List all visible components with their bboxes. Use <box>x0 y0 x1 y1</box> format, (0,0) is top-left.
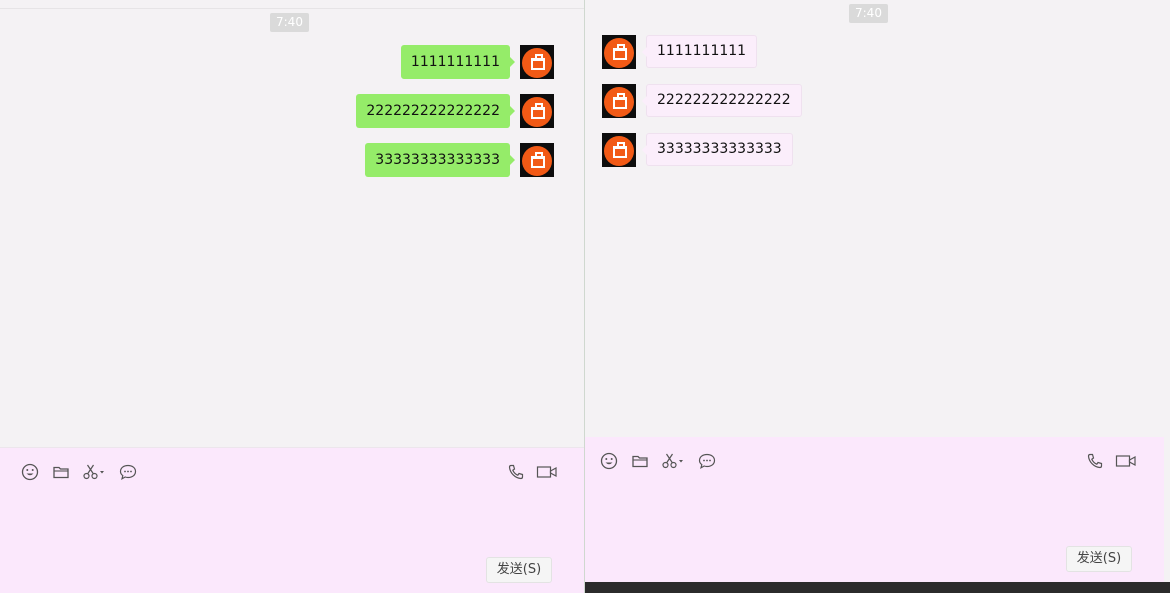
avatar-logo-icon <box>604 38 634 68</box>
avatar[interactable] <box>602 84 636 118</box>
chat-window-right: 7:40 1111111111 222222222222222 33333333… <box>585 0 1164 582</box>
send-button[interactable]: 发送(S) <box>1066 546 1132 572</box>
avatar[interactable] <box>602 35 636 69</box>
scissors-icon[interactable] <box>661 451 687 471</box>
message-row: 1111111111 <box>602 35 802 69</box>
timestamp: 7:40 <box>849 4 888 23</box>
message-bubble[interactable]: 222222222222222 <box>356 94 515 128</box>
chat-bubble-icon[interactable] <box>697 451 717 471</box>
scissors-icon[interactable] <box>82 462 108 482</box>
folder-icon[interactable] <box>630 451 650 471</box>
message-bubble[interactable]: 33333333333333 <box>642 133 793 166</box>
message-bubble[interactable]: 1111111111 <box>641 35 758 68</box>
avatar-logo-icon <box>604 136 634 166</box>
video-icon[interactable] <box>536 462 558 482</box>
message-row: 222222222222222 <box>602 84 842 118</box>
video-icon[interactable] <box>1115 451 1137 471</box>
timestamp: 7:40 <box>270 13 309 32</box>
window-edge <box>1164 0 1170 593</box>
avatar[interactable] <box>520 45 554 79</box>
chat-bubble-icon[interactable] <box>118 462 138 482</box>
message-row: 33333333333333 <box>602 133 842 167</box>
message-composer[interactable]: 发送(S) <box>0 447 584 593</box>
message-bubble[interactable]: 1111111111 <box>400 45 516 79</box>
emoji-icon[interactable] <box>20 462 40 482</box>
message-composer[interactable]: 发送(S) <box>585 437 1164 582</box>
avatar[interactable] <box>602 133 636 167</box>
avatar[interactable] <box>520 94 554 128</box>
avatar[interactable] <box>520 143 554 177</box>
message-row: 222222222222222 <box>356 94 554 128</box>
desktop-background <box>585 582 1170 593</box>
top-divider <box>0 8 584 9</box>
emoji-icon[interactable] <box>599 451 619 471</box>
message-row: 33333333333333 <box>360 143 554 177</box>
avatar-logo-icon <box>522 48 552 78</box>
message-bubble[interactable]: 222222222222222 <box>642 84 802 117</box>
avatar-logo-icon <box>522 97 552 127</box>
send-button[interactable]: 发送(S) <box>486 557 552 583</box>
message-row: 1111111111 <box>400 45 554 79</box>
avatar-logo-icon <box>604 87 634 117</box>
avatar-logo-icon <box>522 146 552 176</box>
message-bubble[interactable]: 33333333333333 <box>365 143 515 177</box>
folder-icon[interactable] <box>51 462 71 482</box>
chat-window-left: 7:40 1111111111 222222222222222 33333333… <box>0 0 585 593</box>
phone-icon[interactable] <box>1085 451 1105 471</box>
phone-icon[interactable] <box>506 462 526 482</box>
